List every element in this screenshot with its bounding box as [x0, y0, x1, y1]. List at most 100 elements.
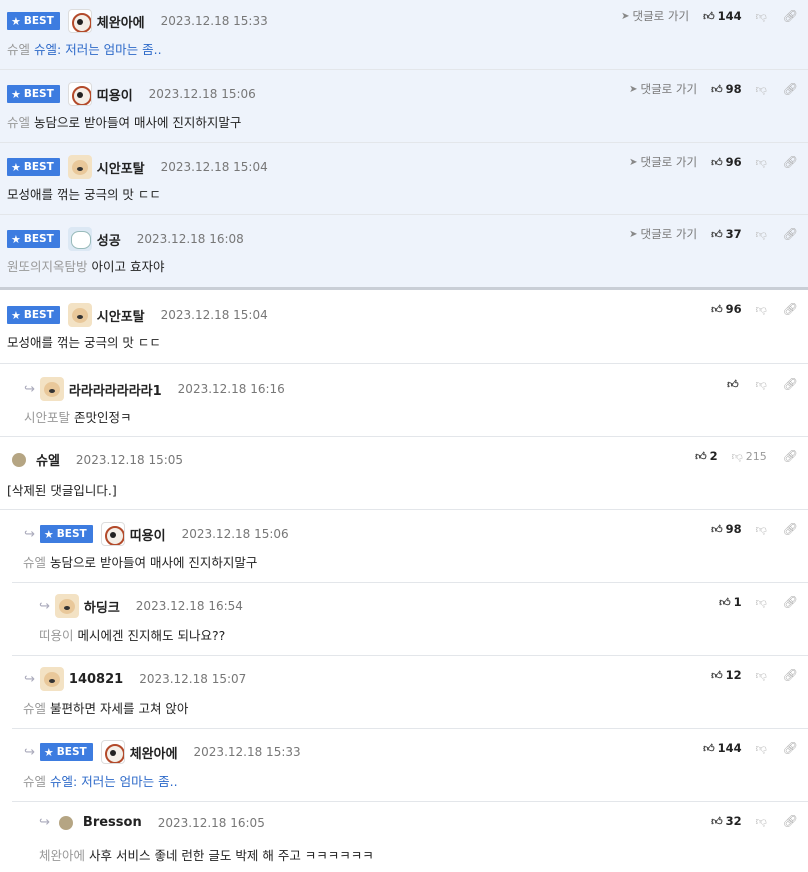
upvote-count: 37 — [725, 227, 742, 241]
best-badge-label: BEST — [23, 15, 54, 27]
thumbs-up-icon: 👍︎ — [711, 668, 723, 682]
upvote-button[interactable]: 👍︎ — [727, 378, 742, 391]
comment-actions: 👍︎ 👎︎ 🔗︎ — [727, 377, 798, 391]
avatar[interactable] — [58, 815, 73, 830]
upvote-button[interactable]: 👍︎ 96 — [711, 155, 742, 169]
comment-text: 불편하면 자세를 고쳐 앉아 — [50, 701, 189, 716]
upvote-button[interactable]: 👍︎ 98 — [711, 82, 742, 96]
goto-comment-link[interactable]: ➤ 댓글로 가기 — [629, 81, 697, 97]
downvote-button[interactable]: 👎︎ — [756, 742, 767, 755]
avatar[interactable] — [67, 82, 92, 106]
upvote-button[interactable]: 👍︎ 144 — [703, 9, 742, 23]
avatar[interactable] — [12, 452, 26, 467]
reply-target[interactable]: 원또의지옥탐방 — [7, 259, 88, 274]
link-icon[interactable]: 🔗︎ — [783, 377, 798, 391]
avatar[interactable] — [39, 667, 64, 691]
reply-target[interactable]: 슈엘 — [23, 701, 46, 716]
nickname[interactable]: 체완아에 — [130, 743, 178, 762]
reply-arrow-icon: ↪ — [39, 598, 50, 614]
link-icon[interactable]: 🔗︎ — [783, 814, 798, 828]
upvote-count: 32 — [725, 814, 742, 828]
reply-target[interactable]: 슈엘 — [7, 115, 30, 130]
upvote-button[interactable]: 👍︎ 98 — [711, 522, 742, 536]
downvote-button[interactable]: 👎︎ — [756, 669, 767, 682]
nickname[interactable]: 시안포탈 — [97, 306, 145, 325]
nickname[interactable]: 슈엘 — [36, 450, 60, 469]
goto-comment-link[interactable]: ➤ 댓글로 가기 — [629, 226, 697, 242]
nickname[interactable]: 140821 — [69, 672, 123, 687]
best-comment: ★ BEST 체완아에 2023.12.18 15:33 슈엘 슈엘: 저러는 엄마… — [0, 0, 808, 70]
nickname[interactable]: 시안포탈 — [97, 158, 145, 177]
downvote-count: 215 — [745, 449, 767, 463]
reply-target[interactable]: 슈엘 — [7, 42, 30, 57]
comment-text: 슈엘: 저러는 엄마는 좀.. — [34, 42, 162, 57]
send-icon: ➤ — [629, 83, 638, 95]
avatar[interactable] — [67, 9, 92, 33]
best-badge: ★ BEST — [7, 158, 60, 176]
avatar[interactable] — [100, 740, 125, 764]
link-icon[interactable]: 🔗︎ — [783, 9, 798, 23]
timestamp: 2023.12.18 15:06 — [181, 527, 289, 541]
upvote-button[interactable]: 👍︎ 96 — [711, 302, 742, 316]
star-icon: ★ — [11, 14, 21, 28]
comment-text: 아이고 효자야 — [91, 259, 165, 274]
link-icon[interactable]: 🔗︎ — [783, 668, 798, 682]
upvote-button[interactable]: 👍︎ 37 — [711, 227, 742, 241]
goto-comment-link[interactable]: ➤ 댓글로 가기 — [621, 8, 689, 24]
send-icon: ➤ — [629, 228, 638, 240]
link-icon[interactable]: 🔗︎ — [783, 227, 798, 241]
upvote-count: 98 — [725, 82, 742, 96]
downvote-button[interactable]: 👎︎ — [756, 523, 767, 536]
downvote-button[interactable]: 👎︎ — [756, 303, 767, 316]
avatar[interactable] — [100, 522, 125, 546]
best-comment: ★ BEST 띠용이 2023.12.18 15:06 슈엘 농담으로 받아들여 매… — [0, 70, 808, 143]
reply-target[interactable]: 슈엘 — [23, 555, 46, 570]
reply-target[interactable]: 슈엘 — [23, 774, 46, 789]
nickname[interactable]: 성공 — [97, 230, 121, 249]
downvote-button[interactable]: 👎︎ — [756, 596, 767, 609]
thumbs-up-icon: 👍︎ — [711, 302, 723, 316]
comment-actions: 👍︎ 32 👎︎ 🔗︎ — [711, 814, 798, 828]
comment-actions: ➤ 댓글로 가기 👍︎ 96 👎︎ 🔗︎ — [629, 154, 798, 170]
avatar[interactable] — [67, 155, 92, 179]
downvote-button[interactable]: 👎︎ — [756, 228, 767, 241]
comment-text-row: 슈엘 슈엘: 저러는 엄마는 좀.. — [23, 771, 178, 790]
nickname[interactable]: Bresson — [83, 815, 142, 830]
goto-comment-link[interactable]: ➤ 댓글로 가기 — [629, 154, 697, 170]
avatar[interactable] — [67, 227, 92, 251]
link-icon[interactable]: 🔗︎ — [783, 449, 798, 463]
reply-target[interactable]: 체완아에 — [39, 848, 85, 863]
comment-text: 사후 서비스 좋네 런한 글도 박제 해 주고 ㅋㅋㅋㅋㅋㅋ — [89, 848, 374, 863]
downvote-button[interactable]: 👎︎ 215 — [732, 450, 767, 463]
downvote-button[interactable]: 👎︎ — [756, 815, 767, 828]
nickname[interactable]: 하딩크 — [84, 597, 120, 616]
link-icon[interactable]: 🔗︎ — [783, 302, 798, 316]
nickname[interactable]: 띠용이 — [130, 525, 166, 544]
thumbs-down-icon: 👎︎ — [731, 449, 743, 463]
nickname[interactable]: 라라라라라라라1 — [69, 380, 162, 399]
timestamp: 2023.12.18 15:06 — [148, 87, 256, 101]
link-icon[interactable]: 🔗︎ — [783, 155, 798, 169]
downvote-button[interactable]: 👎︎ — [756, 83, 767, 96]
reply-target[interactable]: 띠용이 — [39, 628, 74, 643]
link-icon[interactable]: 🔗︎ — [783, 82, 798, 96]
link-icon[interactable]: 🔗︎ — [783, 522, 798, 536]
avatar[interactable] — [54, 594, 79, 618]
downvote-button[interactable]: 👎︎ — [756, 10, 767, 23]
thumbs-up-icon: 👍︎ — [695, 449, 707, 463]
reply-target[interactable]: 시안포탈 — [24, 410, 70, 425]
upvote-button[interactable]: 👍︎ 32 — [711, 814, 742, 828]
nickname[interactable]: 체완아에 — [97, 12, 145, 31]
comment-actions: 👍︎ 96 👎︎ 🔗︎ — [711, 302, 798, 316]
upvote-button[interactable]: 👍︎ 12 — [711, 668, 742, 682]
upvote-button[interactable]: 👍︎ 2 — [695, 449, 718, 463]
avatar[interactable] — [39, 377, 64, 401]
nickname[interactable]: 띠용이 — [97, 85, 133, 104]
downvote-button[interactable]: 👎︎ — [756, 378, 767, 391]
upvote-button[interactable]: 👍︎ 144 — [703, 741, 742, 755]
avatar[interactable] — [67, 303, 92, 327]
link-icon[interactable]: 🔗︎ — [783, 595, 798, 609]
upvote-button[interactable]: 👍︎ 1 — [719, 595, 742, 609]
link-icon[interactable]: 🔗︎ — [783, 741, 798, 755]
downvote-button[interactable]: 👎︎ — [756, 156, 767, 169]
